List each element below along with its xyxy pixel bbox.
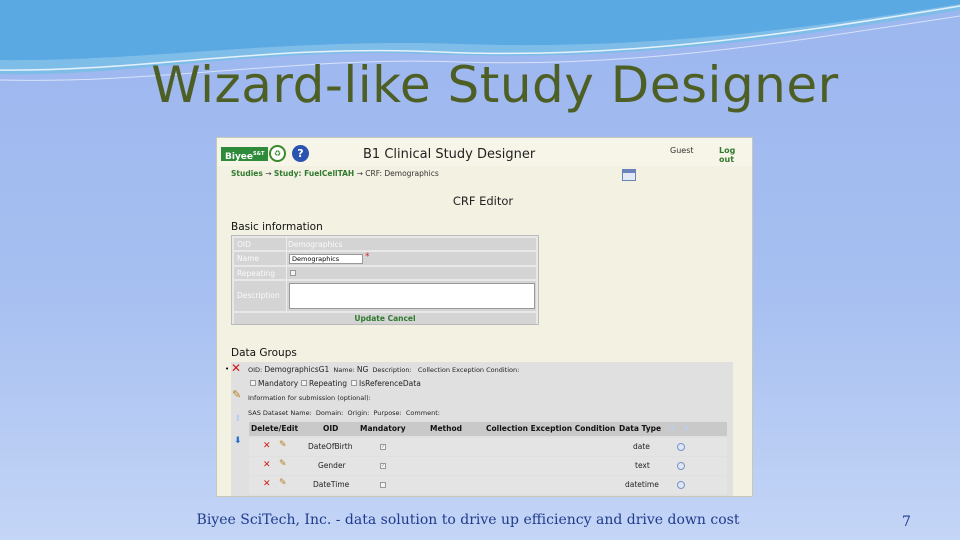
edit-item-pencil-icon[interactable]: ✎ xyxy=(279,440,287,450)
item-oid: DateTime xyxy=(313,480,350,489)
repeating-group-label: Repeating xyxy=(309,379,347,388)
name-label: Name xyxy=(237,254,260,263)
arrow-down-icon[interactable]: ⬇ xyxy=(234,436,242,446)
oid-row: OID Demographics xyxy=(234,238,536,250)
biyee-logo[interactable]: BiyeeS&T xyxy=(221,147,269,162)
comment-label: Comment: xyxy=(405,409,440,417)
col-method: Method xyxy=(430,424,462,433)
breadcrumb: Studies → Study: FuelCellTAH → CRF: Demo… xyxy=(231,169,439,178)
col-oid: OID xyxy=(323,424,339,433)
logout-link[interactable]: Log out xyxy=(719,146,752,164)
data-type-icon[interactable] xyxy=(677,443,685,451)
domain-label: Domain: xyxy=(315,409,344,417)
item-mandatory-checkbox[interactable] xyxy=(380,482,386,488)
update-button[interactable]: Update xyxy=(354,314,385,323)
slide-footer: Biyee SciTech, Inc. - data solution to d… xyxy=(196,512,740,528)
edit-group-pencil-icon[interactable]: ✎ xyxy=(232,388,241,401)
required-mark: * xyxy=(365,252,370,262)
repeating-label: Repeating xyxy=(237,269,275,278)
is-reference-label: IsReferenceData xyxy=(359,379,421,388)
is-reference-checkbox[interactable] xyxy=(351,380,357,386)
purpose-label: Purpose: xyxy=(373,409,402,417)
breadcrumb-current: CRF: Demographics xyxy=(365,169,439,178)
data-type-icon[interactable] xyxy=(677,481,685,489)
group-oid-label: OID: xyxy=(248,366,263,374)
breadcrumb-arrow: → xyxy=(265,169,272,178)
items-table-header: Delete/Edit OID Mandatory Method Collect… xyxy=(249,422,727,436)
sort-down-icon[interactable]: ⬇ xyxy=(683,424,690,433)
description-label: Description xyxy=(237,291,280,300)
app-header: BiyeeS&T ♻ ? B1 Clinical Study Designer … xyxy=(217,138,752,166)
name-input[interactable]: Demographics xyxy=(289,254,363,264)
description-textarea[interactable] xyxy=(289,283,535,309)
table-row: ✕ ✎ DateTime datetime xyxy=(249,476,727,494)
breadcrumb-studies[interactable]: Studies xyxy=(231,169,263,178)
edit-item-pencil-icon[interactable]: ✎ xyxy=(279,459,287,469)
recycle-icon[interactable]: ♻ xyxy=(269,145,286,162)
col-data-type: Data Type xyxy=(619,424,662,433)
item-oid: DateOfBirth xyxy=(308,442,353,451)
app-screenshot: BiyeeS&T ♻ ? B1 Clinical Study Designer … xyxy=(216,137,753,497)
data-groups-heading: Data Groups xyxy=(231,347,297,359)
basic-info-heading: Basic information xyxy=(231,221,323,233)
list-bullet: • xyxy=(225,365,230,373)
mandatory-checkbox[interactable] xyxy=(250,380,256,386)
item-oid: Gender xyxy=(318,461,346,470)
delete-item-icon[interactable]: ✕ xyxy=(263,441,271,451)
repeating-checkbox[interactable] xyxy=(290,270,296,276)
breadcrumb-arrow: → xyxy=(356,169,363,178)
update-row: Update Cancel xyxy=(234,313,536,324)
sas-dataset-label: SAS Dataset Name: xyxy=(248,409,312,417)
editor-title: CRF Editor xyxy=(452,194,514,208)
oid-value: Demographics xyxy=(288,240,343,249)
submission-info-label: Information for submission (optional): xyxy=(248,394,371,402)
group-oid-value: DemographicsG1 xyxy=(264,365,330,374)
oid-label: OID xyxy=(237,240,251,249)
origin-label: Origin: xyxy=(347,409,370,417)
item-mandatory-checkbox[interactable]: ✓ xyxy=(380,463,386,469)
item-data-type: date xyxy=(633,442,650,451)
col-mandatory: Mandatory xyxy=(360,424,406,433)
cancel-button[interactable]: Cancel xyxy=(388,314,416,323)
table-row: ✕ ✎ DateOfBirth ✓ date xyxy=(249,438,727,456)
repeating-row: Repeating xyxy=(234,267,536,279)
slide-title: Wizard-like Study Designer xyxy=(151,56,839,114)
item-data-type: text xyxy=(635,461,650,470)
name-row: Name Demographics * xyxy=(234,252,536,265)
arrow-up-icon[interactable]: ⬆ xyxy=(234,414,242,424)
delete-group-icon[interactable]: ✕ xyxy=(231,361,241,375)
user-label: Guest xyxy=(670,146,694,155)
group-name-value: NG xyxy=(356,365,369,374)
col-delete-edit: Delete/Edit xyxy=(251,424,299,433)
item-mandatory-checkbox[interactable]: ✓ xyxy=(380,444,386,450)
calendar-icon[interactable] xyxy=(622,169,636,181)
page-number: 7 xyxy=(902,514,911,530)
delete-item-icon[interactable]: ✕ xyxy=(263,479,271,489)
delete-item-icon[interactable]: ✕ xyxy=(263,460,271,470)
description-row: Description xyxy=(234,281,536,311)
sort-up-icon[interactable]: ⬆ xyxy=(669,424,676,433)
group-name-label: Name: xyxy=(333,366,355,374)
group-description-label: Description: xyxy=(372,366,412,374)
basic-info-table: OID Demographics Name Demographics * Rep… xyxy=(231,235,539,325)
repeating-group-checkbox[interactable] xyxy=(301,380,307,386)
help-icon[interactable]: ? xyxy=(292,145,309,162)
item-data-type: datetime xyxy=(625,480,659,489)
group-collection-exception-label: Collection Exception Condition: xyxy=(417,366,520,374)
data-type-icon[interactable] xyxy=(677,462,685,470)
table-row: ✕ ✎ Gender ✓ text xyxy=(249,457,727,475)
mandatory-label: Mandatory xyxy=(258,379,299,388)
col-collection-exception: Collection Exception Condition xyxy=(486,424,616,433)
app-title: B1 Clinical Study Designer xyxy=(363,147,536,162)
breadcrumb-study[interactable]: Study: FuelCellTAH xyxy=(274,169,354,178)
edit-item-pencil-icon[interactable]: ✎ xyxy=(279,478,287,488)
